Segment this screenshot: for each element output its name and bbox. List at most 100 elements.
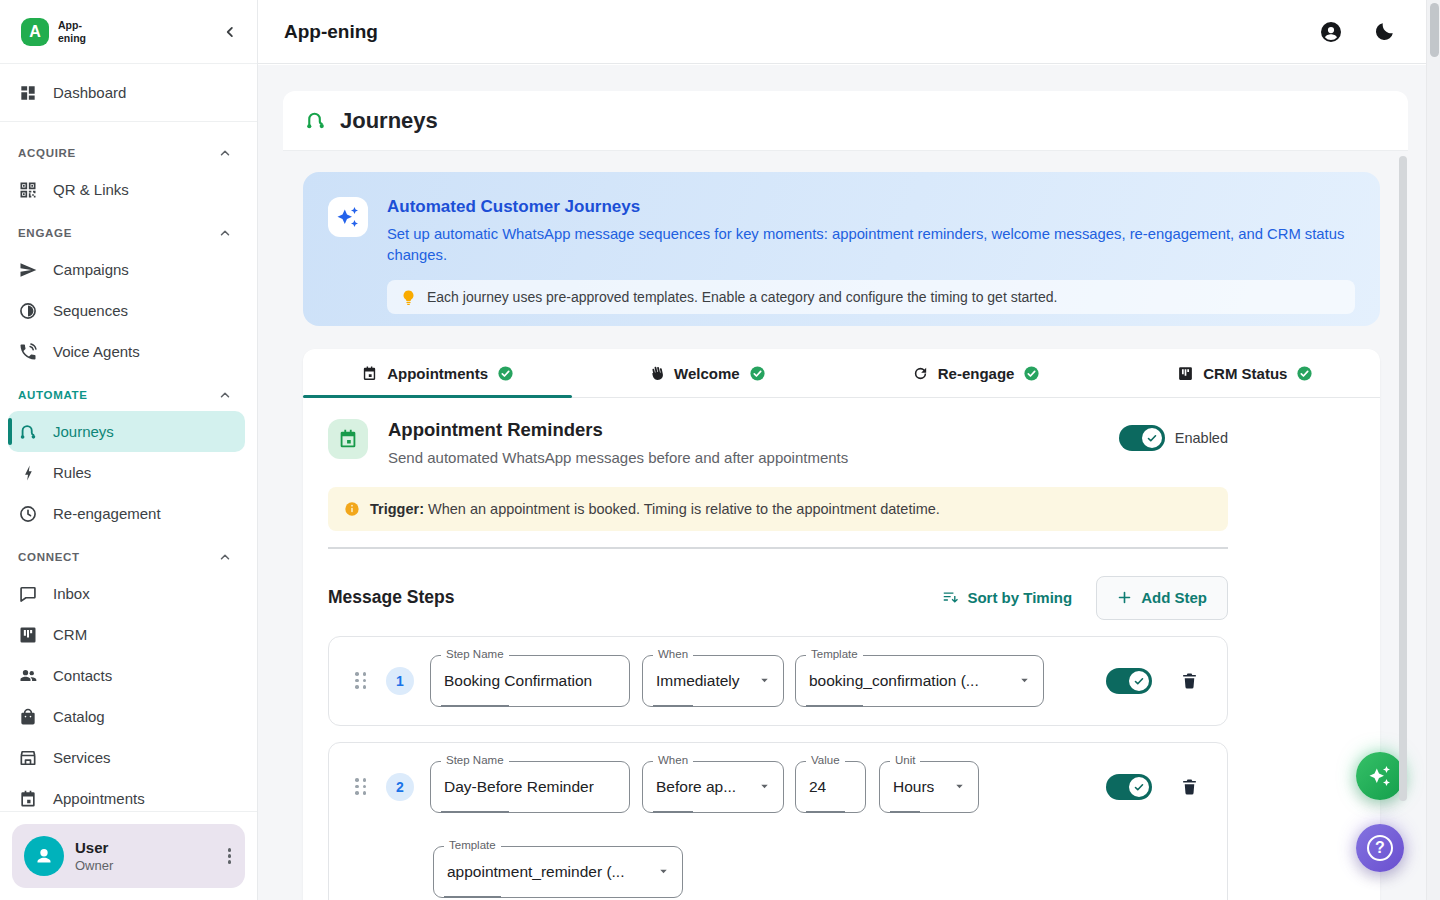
user-avatar (24, 836, 64, 876)
step-name-input[interactable]: Step Name Day-Before Reminder (430, 761, 630, 813)
sidebar-item-journeys[interactable]: Journeys (8, 411, 245, 452)
info-icon (344, 501, 360, 517)
sidebar-section-automate[interactable]: AUTOMATE (18, 388, 232, 402)
ai-assistant-button[interactable] (1356, 752, 1404, 800)
sidebar-item-services[interactable]: Services (8, 737, 245, 778)
chevron-up-icon (218, 388, 232, 402)
step-toggle[interactable] (1106, 774, 1152, 800)
when-select[interactable]: When Before ap... (642, 761, 784, 813)
journeys-card: Appointments Welcome Re-engage CRM Statu… (303, 349, 1380, 900)
window-scrollbar-thumb[interactable] (1430, 3, 1439, 57)
appointments-panel: Appointment Reminders Send automated Wha… (303, 398, 1380, 900)
help-button[interactable] (1356, 824, 1404, 872)
sidebar-item-voice-agents[interactable]: Voice Agents (8, 331, 245, 372)
app-title: App-ening (284, 21, 378, 43)
storefront-icon (18, 748, 38, 768)
message-steps-title: Message Steps (328, 587, 454, 608)
step-name-input[interactable]: Step Name Booking Confirmation (430, 655, 630, 707)
when-select[interactable]: When Immediately (642, 655, 784, 707)
question-mark-icon (1367, 835, 1393, 861)
sidebar-nav: ACQUIRE QR & Links ENGAGE Campaigns Sequ… (0, 122, 257, 811)
main-content: Journeys Automated Customer Journeys Set… (258, 65, 1440, 900)
send-icon (18, 260, 38, 280)
tab-re-engage[interactable]: Re-engage (842, 349, 1111, 397)
dropdown-arrow-icon (652, 866, 669, 877)
journeys-banner: Automated Customer Journeys Set up autom… (303, 172, 1380, 326)
value-input[interactable]: Value 24 (795, 761, 866, 813)
sidebar-collapse-icon[interactable] (221, 23, 239, 41)
dropdown-arrow-icon (948, 781, 965, 792)
tab-welcome[interactable]: Welcome (572, 349, 841, 397)
drag-handle-icon[interactable] (355, 672, 366, 689)
sidebar-user-section: User Owner (0, 811, 257, 900)
tab-crm-status[interactable]: CRM Status (1111, 349, 1380, 397)
sidebar-item-rules[interactable]: Rules (8, 452, 245, 493)
dropdown-arrow-icon (753, 675, 770, 686)
step-number: 2 (386, 773, 414, 801)
step-card-1: 1 Step Name Booking Confirmation When Im… (328, 636, 1228, 726)
user-card[interactable]: User Owner (12, 824, 245, 888)
page-title-bar: Journeys (283, 91, 1408, 151)
dropdown-arrow-icon (1013, 675, 1030, 686)
route-icon (18, 422, 38, 442)
delete-step-icon[interactable] (1180, 777, 1199, 796)
sidebar: A App- ening Dashboard ACQUIRE QR & Link… (0, 0, 258, 900)
sidebar-item-qr-links[interactable]: QR & Links (8, 169, 245, 210)
sidebar-item-catalog[interactable]: Catalog (8, 696, 245, 737)
check-badge-icon (749, 365, 766, 382)
category-tabs: Appointments Welcome Re-engage CRM Statu… (303, 349, 1380, 398)
sidebar-item-inbox[interactable]: Inbox (8, 573, 245, 614)
sidebar-item-campaigns[interactable]: Campaigns (8, 249, 245, 290)
sidebar-item-crm[interactable]: CRM (8, 614, 245, 655)
sparkles-icon (328, 197, 368, 237)
shopping-bag-icon (18, 707, 38, 727)
content-scrollbar-thumb[interactable] (1399, 156, 1407, 801)
template-select[interactable]: Template appointment_reminder (... (433, 846, 683, 898)
kanban-icon (18, 625, 38, 645)
section-title: Appointment Reminders (388, 419, 848, 441)
sidebar-item-appointments[interactable]: Appointments (8, 778, 245, 811)
sidebar-item-re-engagement[interactable]: Re-engagement (8, 493, 245, 534)
check-badge-icon (1296, 365, 1313, 382)
chevron-up-icon (218, 146, 232, 160)
sort-icon (941, 589, 959, 607)
user-menu-icon[interactable] (224, 844, 236, 868)
timelapse-icon (18, 301, 38, 321)
sparkles-icon (1368, 764, 1392, 788)
sort-by-timing-button[interactable]: Sort by Timing (941, 589, 1072, 607)
kanban-icon (1177, 365, 1194, 382)
template-select[interactable]: Template booking_confirmation (... (795, 655, 1044, 707)
sidebar-item-contacts[interactable]: Contacts (8, 655, 245, 696)
enabled-toggle[interactable] (1119, 425, 1165, 451)
plus-icon (1117, 590, 1132, 605)
step-toggle[interactable] (1106, 668, 1152, 694)
sidebar-item-sequences[interactable]: Sequences (8, 290, 245, 331)
delete-step-icon[interactable] (1180, 671, 1199, 690)
chevron-up-icon (218, 226, 232, 240)
add-step-button[interactable]: Add Step (1096, 576, 1228, 620)
sidebar-item-dashboard[interactable]: Dashboard (8, 72, 245, 113)
tab-appointments[interactable]: Appointments (303, 349, 572, 397)
sidebar-section-engage[interactable]: ENGAGE (18, 226, 232, 240)
chevron-up-icon (218, 550, 232, 564)
route-icon (304, 109, 327, 132)
dark-mode-icon[interactable] (1372, 20, 1396, 44)
user-name: User (75, 839, 113, 856)
sidebar-section-acquire[interactable]: ACQUIRE (18, 146, 232, 160)
sidebar-logo-row: A App- ening (0, 0, 257, 64)
scroll-area: Automated Customer Journeys Set up autom… (283, 151, 1408, 900)
section-subtitle: Send automated WhatsApp messages before … (388, 449, 848, 466)
unit-select[interactable]: Unit Hours (879, 761, 979, 813)
app-name: App- ening (58, 19, 221, 43)
account-icon[interactable] (1319, 20, 1343, 44)
drag-handle-icon[interactable] (355, 778, 366, 795)
bolt-icon (18, 463, 38, 483)
top-header: App-ening (258, 0, 1440, 64)
sidebar-section-connect[interactable]: CONNECT (18, 550, 232, 564)
window-scrollbar (1426, 0, 1440, 900)
check-badge-icon (1023, 365, 1040, 382)
dashboard-icon (18, 83, 38, 103)
dropdown-arrow-icon (753, 781, 770, 792)
check-badge-icon (497, 365, 514, 382)
qr-code-icon (18, 180, 38, 200)
